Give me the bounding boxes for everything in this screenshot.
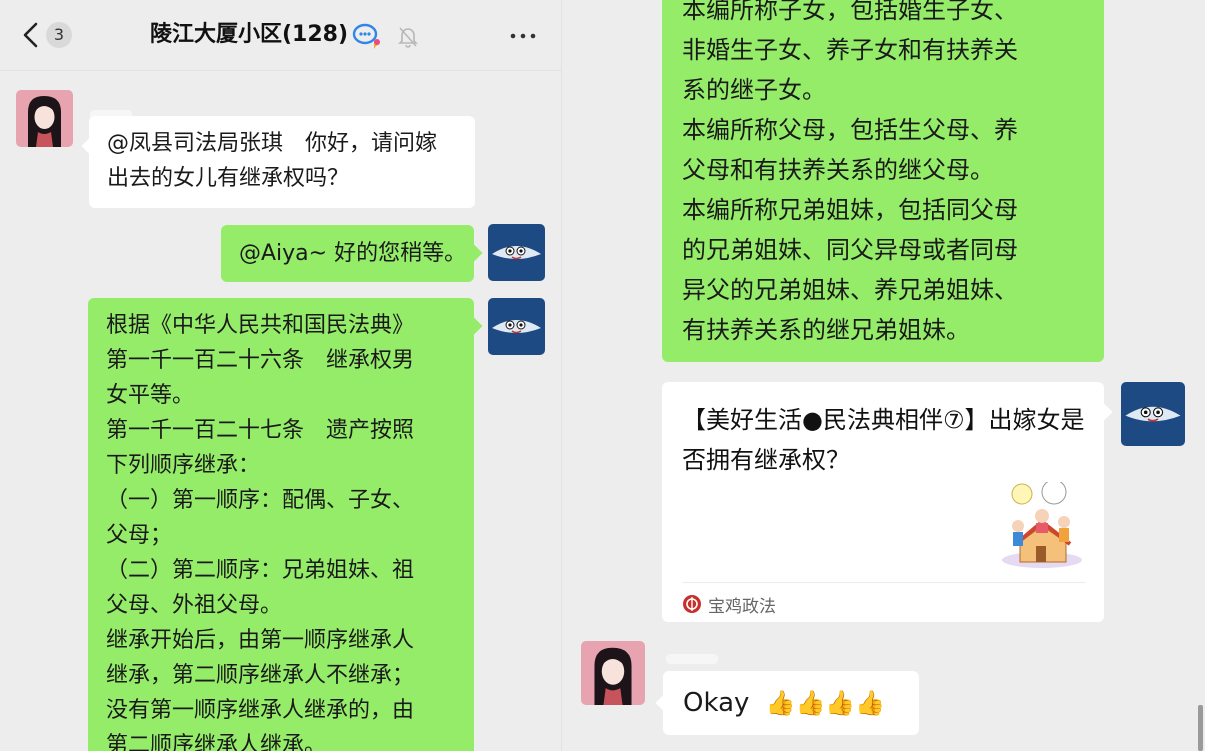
article-title: 【美好生活●民法典相伴⑦】出嫁女是否拥有继承权？ bbox=[682, 406, 1085, 474]
avatar[interactable] bbox=[488, 224, 545, 281]
message-text: 第二顺序继承人继承。 bbox=[106, 733, 327, 751]
avatar-fish-image bbox=[488, 298, 545, 355]
message-text: 有扶养关系的继兄弟姐妹。 bbox=[682, 316, 970, 344]
avatar[interactable] bbox=[16, 90, 73, 147]
incoming-message-bubble[interactable]: @凤县司法局张琪 你好，请问嫁 出去的女儿有继承权吗？ bbox=[89, 116, 475, 208]
group-chat-icon bbox=[352, 23, 380, 49]
avatar-girl-image bbox=[581, 641, 645, 705]
message-text: 本编所称父母，包括生父母、养 bbox=[682, 116, 1018, 144]
right-chat-pane: 本编所称子女，包括婚生子女、 非婚生子女、养子女和有扶养关 系的继子女。 本编所… bbox=[562, 0, 1205, 751]
back-button[interactable] bbox=[20, 20, 42, 56]
message-text: 系的继子女。 bbox=[682, 76, 826, 104]
avatar-fish-image bbox=[1121, 382, 1185, 446]
unread-count-badge: 3 bbox=[46, 22, 72, 48]
family-illustration-image bbox=[1002, 479, 1082, 568]
message-text: 本编所称兄弟姐妹，包括同父母 bbox=[682, 196, 1018, 224]
incoming-message-bubble[interactable]: Okay 👍👍👍👍 bbox=[663, 671, 919, 735]
mute-bell-icon bbox=[398, 27, 419, 48]
message-text: 继承开始后，由第一顺序继承人 bbox=[106, 628, 415, 653]
message-text: 父母、外祖父母。 bbox=[106, 593, 283, 618]
article-thumbnail bbox=[998, 479, 1088, 574]
title-icons bbox=[352, 22, 421, 54]
source-name: 宝鸡政法 bbox=[708, 597, 776, 617]
more-dots-icon bbox=[510, 33, 536, 39]
left-chat-pane: 3 陵江大厦小区(128) @凤县司法局张琪 你好，请问嫁 出去的女儿有继承权吗… bbox=[0, 0, 562, 751]
source-logo-icon bbox=[683, 595, 701, 613]
avatar-girl-image bbox=[16, 90, 73, 147]
more-options-button[interactable] bbox=[509, 14, 537, 61]
message-text: 没有第一顺序继承人继承的，由 bbox=[106, 698, 415, 723]
avatar-fish-image bbox=[488, 224, 545, 281]
outgoing-message-bubble[interactable]: 根据《中华人民共和国民法典》 第一千一百二十六条 继承权男 女平等。 第一千一百… bbox=[88, 298, 474, 751]
message-text: 出去的女儿有继承权吗？ bbox=[107, 166, 350, 191]
message-text: 下列顺序继承： bbox=[106, 453, 261, 478]
message-text: Okay bbox=[683, 688, 750, 718]
message-text: 的兄弟姐妹、同父异母或者同母 bbox=[682, 236, 1018, 264]
message-text: 第一千一百二十六条 继承权男 bbox=[106, 348, 415, 373]
shared-article-card[interactable]: 【美好生活●民法典相伴⑦】出嫁女是否拥有继承权？ 宝鸡政法 bbox=[662, 382, 1104, 622]
message-text: @Aiya~ 好的您稍等。 bbox=[239, 241, 467, 266]
message-text: 父母； bbox=[106, 523, 173, 548]
avatar[interactable] bbox=[581, 641, 645, 705]
chat-header: 3 陵江大厦小区(128) bbox=[0, 0, 562, 71]
scrollbar[interactable] bbox=[1198, 705, 1203, 751]
message-text: 继承，第二顺序继承人不继承； bbox=[106, 663, 415, 688]
outgoing-message-bubble[interactable]: 本编所称子女，包括婚生子女、 非婚生子女、养子女和有扶养关 系的继子女。 本编所… bbox=[662, 0, 1104, 362]
message-text: 女平等。 bbox=[106, 383, 195, 408]
message-text: 根据《中华人民共和国民法典》 bbox=[106, 313, 415, 338]
thumbs-up-emoji: 👍👍👍👍 bbox=[765, 689, 886, 717]
chevron-left-icon bbox=[23, 22, 38, 48]
message-text: 第一千一百二十七条 遗产按照 bbox=[106, 418, 415, 443]
message-text: （一）第一顺序：配偶、子女、 bbox=[106, 488, 415, 513]
card-divider bbox=[682, 582, 1086, 583]
avatar[interactable] bbox=[488, 298, 545, 355]
avatar[interactable] bbox=[1121, 382, 1185, 446]
message-text: （二）第二顺序：兄弟姐妹、祖 bbox=[106, 558, 415, 583]
chat-title[interactable]: 陵江大厦小区(128) bbox=[150, 19, 348, 51]
message-text: 非婚生子女、养子女和有扶养关 bbox=[682, 36, 1018, 64]
message-text: @凤县司法局张琪 你好，请问嫁 bbox=[107, 131, 438, 156]
message-text: 父母和有扶养关系的继父母。 bbox=[682, 156, 994, 184]
outgoing-message-bubble[interactable]: @Aiya~ 好的您稍等。 bbox=[221, 225, 474, 282]
message-text: 异父的兄弟姐妹、养兄弟姐妹、 bbox=[682, 276, 1018, 304]
sender-name bbox=[666, 654, 718, 664]
message-text: 本编所称子女，包括婚生子女、 bbox=[682, 0, 1018, 24]
